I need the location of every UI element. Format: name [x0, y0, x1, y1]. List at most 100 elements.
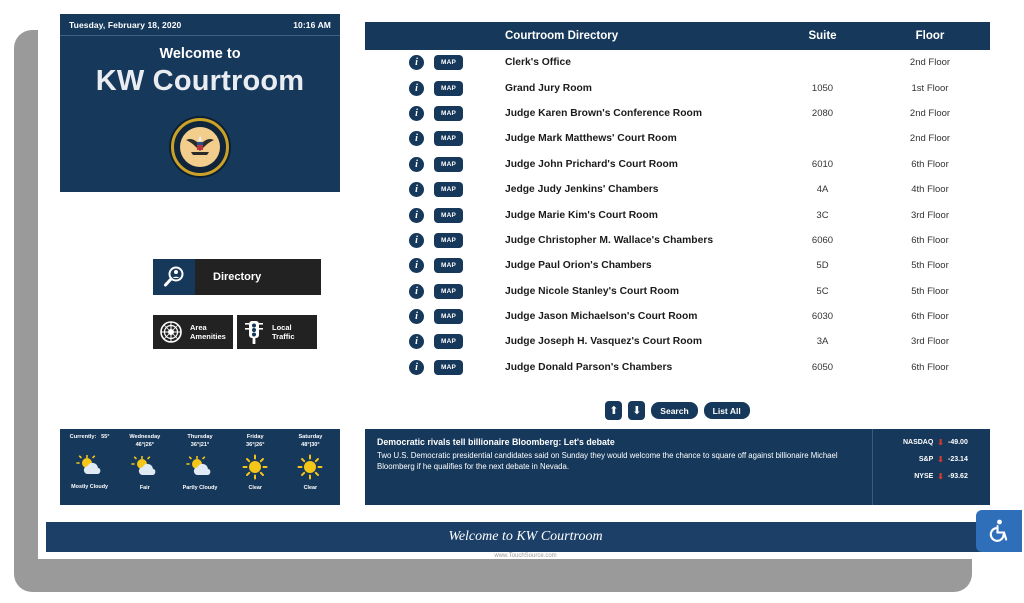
sidebar-item-area-amenities[interactable]: Area Amenities	[153, 315, 233, 349]
info-icon[interactable]: i	[409, 131, 424, 147]
sidebar-item-local-traffic[interactable]: Local Traffic	[237, 315, 317, 349]
row-floor: 3rd Floor	[910, 209, 949, 221]
accessibility-button[interactable]	[976, 510, 1022, 552]
arrow-down-icon: ⬇	[937, 438, 944, 447]
sun-cloud-icon	[117, 452, 172, 482]
row-name: Judge Mark Matthews' Court Room	[505, 133, 677, 145]
table-row[interactable]: i MAP Jedge Judy Jenkins' Chambers 4A 4th Fl…	[365, 177, 990, 202]
map-button[interactable]: MAP	[434, 182, 463, 198]
row-name: Grand Jury Room	[505, 82, 592, 94]
row-suite: 6050	[811, 361, 834, 373]
map-button[interactable]: MAP	[434, 55, 463, 71]
weather-day-temps: 48°|30°	[301, 441, 320, 448]
info-icon[interactable]: i	[409, 283, 424, 299]
row-name: Judge Paul Orion's Chambers	[505, 260, 652, 272]
stock-ticker: NASDAQ ⬇ -49.00 S&P ⬇ -23.14 NYSE ⬇ -93.62	[872, 429, 990, 505]
row-floor: 2nd Floor	[909, 107, 951, 119]
row-floor: 6th Floor	[911, 158, 949, 170]
row-name: Judge John Prichard's Court Room	[505, 158, 678, 170]
table-row[interactable]: i MAP Judge Nicole Stanley's Court Room 5C 5…	[365, 279, 990, 304]
map-button[interactable]: MAP	[434, 309, 463, 325]
info-icon[interactable]: i	[409, 156, 424, 172]
table-row[interactable]: i MAP Judge Christopher M. Wallace's Chamb…	[365, 228, 990, 253]
row-actions: i MAP	[365, 359, 505, 375]
row-name: Judge Nicole Stanley's Court Room	[505, 285, 680, 297]
info-icon[interactable]: i	[409, 80, 424, 96]
row-suite: 3A	[816, 336, 829, 348]
row-name: Clerk's Office	[505, 57, 571, 69]
row-actions: i MAP	[365, 207, 505, 223]
info-icon[interactable]: i	[409, 55, 424, 71]
row-floor: 4th Floor	[911, 184, 949, 196]
table-row[interactable]: i MAP Judge Karen Brown's Conference Room 2…	[365, 101, 990, 126]
traffic-light-icon	[245, 321, 263, 344]
row-floor: 5th Floor	[911, 285, 949, 297]
row-actions: i MAP	[365, 80, 505, 96]
row-name: Judge Marie Kim's Court Room	[505, 209, 658, 221]
table-row[interactable]: i MAP Judge Joseph H. Vasquez's Court Room…	[365, 329, 990, 354]
table-row[interactable]: i MAP Clerk's Office 2nd Floor	[365, 50, 990, 75]
map-button[interactable]: MAP	[434, 80, 463, 96]
info-icon[interactable]: i	[409, 359, 424, 375]
info-icon[interactable]: i	[409, 182, 424, 198]
table-row[interactable]: i MAP Judge Jason Michaelson's Court Room 6…	[365, 304, 990, 329]
info-icon[interactable]: i	[409, 232, 424, 248]
scroll-up-button[interactable]: ⬆	[605, 401, 623, 420]
map-button[interactable]: MAP	[434, 105, 463, 121]
map-button[interactable]: MAP	[434, 207, 463, 223]
directory-search-person-icon	[153, 259, 195, 295]
info-icon[interactable]: i	[409, 334, 424, 350]
map-button[interactable]: MAP	[434, 156, 463, 172]
map-button[interactable]: MAP	[434, 359, 463, 375]
weather-day-condition: Fair	[139, 485, 150, 491]
directory-label: Directory	[213, 271, 262, 283]
table-row[interactable]: i MAP Grand Jury Room 1050 1st Floor	[365, 75, 990, 100]
row-floor: 6th Floor	[911, 311, 949, 323]
row-name: Judge Donald Parson's Chambers	[505, 361, 673, 373]
row-actions: i MAP	[365, 258, 505, 274]
kiosk-page: Tuesday, February 18, 2020 10:16 AM Welc…	[38, 8, 1013, 559]
court-seal-icon	[171, 118, 229, 176]
table-row[interactable]: i MAP Judge John Prichard's Court Room 6010…	[365, 152, 990, 177]
stock-row: NYSE ⬇ -93.62	[895, 472, 982, 481]
table-row[interactable]: i MAP Judge Mark Matthews' Court Room 2nd F…	[365, 126, 990, 151]
info-icon[interactable]: i	[409, 258, 424, 274]
table-row[interactable]: i MAP Judge Donald Parson's Chambers 6050 6t…	[365, 355, 990, 380]
info-icon[interactable]: i	[409, 105, 424, 121]
table-row[interactable]: i MAP Judge Paul Orion's Chambers 5D 5th Flo…	[365, 253, 990, 278]
map-button[interactable]: MAP	[434, 283, 463, 299]
search-button[interactable]: Search	[651, 402, 698, 419]
map-button[interactable]: MAP	[434, 334, 463, 350]
sidebar-item-directory[interactable]: Directory	[153, 259, 321, 295]
info-icon[interactable]: i	[409, 207, 424, 223]
stock-change: -23.14	[948, 456, 968, 463]
row-floor: 2nd Floor	[909, 57, 951, 69]
stock-row: NASDAQ ⬇ -49.00	[895, 438, 982, 447]
row-suite: 6010	[811, 158, 834, 170]
current-date: Tuesday, February 18, 2020	[69, 20, 182, 30]
weather-day-condition: Clear	[303, 485, 318, 491]
list-all-button[interactable]: List All	[703, 402, 750, 419]
scroll-down-button[interactable]: ⬇	[628, 401, 646, 420]
map-button[interactable]: MAP	[434, 131, 463, 147]
info-icon[interactable]: i	[409, 309, 424, 325]
footer-banner-text: Welcome to KW Courtroom	[448, 529, 603, 544]
weather-day-name: Thursday	[187, 434, 213, 440]
weather-day: Friday 36°|26° Clear	[228, 434, 283, 500]
weather-day-name: Wednesday	[129, 434, 161, 440]
sun-icon	[228, 452, 283, 482]
weather-current: Currently: 55° Mostly Cloudy	[62, 434, 117, 500]
map-button[interactable]: MAP	[434, 258, 463, 274]
header-name: Courtroom Directory	[505, 30, 619, 42]
map-button[interactable]: MAP	[434, 232, 463, 248]
row-suite: 1050	[811, 82, 834, 94]
row-actions: i MAP	[365, 105, 505, 121]
row-actions: i MAP	[365, 182, 505, 198]
header-floor: Floor	[915, 30, 945, 42]
weather-day-temps: 36°|26°	[245, 441, 265, 448]
row-suite: 5D	[816, 260, 829, 272]
footer-banner: Welcome to KW Courtroom	[46, 522, 1005, 552]
row-name: Judge Joseph H. Vasquez's Court Room	[505, 336, 702, 348]
table-row[interactable]: i MAP Judge Marie Kim's Court Room 3C 3rd Fl…	[365, 202, 990, 227]
row-actions: i MAP	[365, 334, 505, 350]
